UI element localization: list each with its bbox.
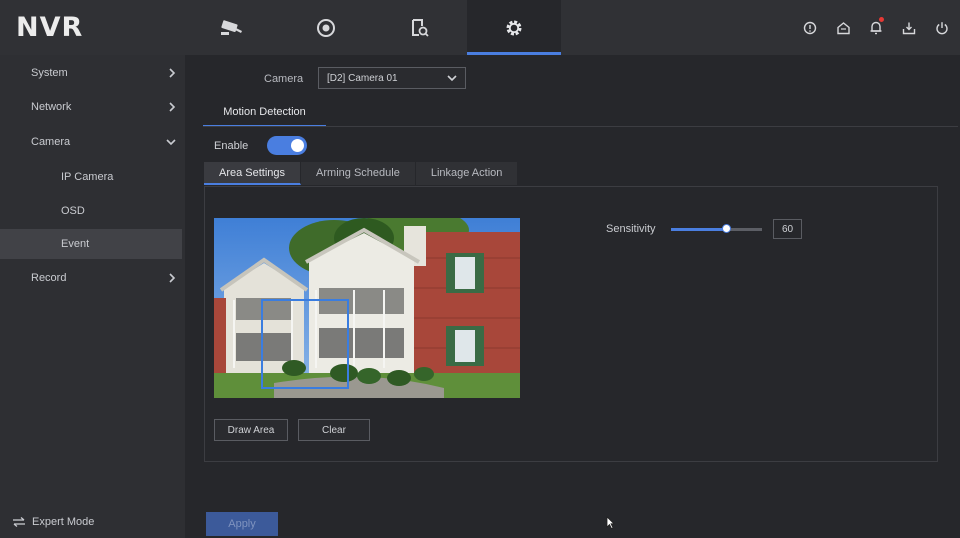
sensitivity-slider-thumb[interactable]: [721, 224, 731, 233]
expert-mode-button[interactable]: Expert Mode: [12, 516, 94, 528]
camera-select[interactable]: [D2] Camera 01: [318, 67, 466, 89]
settings-icon: [506, 20, 522, 35]
power-button[interactable]: [932, 18, 952, 38]
sidebar-item-label: System: [31, 67, 68, 79]
sensitivity-slider[interactable]: [671, 224, 762, 233]
sidebar-item-record[interactable]: Record: [0, 263, 182, 293]
tab-linkage-action[interactable]: Linkage Action: [415, 162, 519, 185]
top-right-icons: [800, 0, 952, 55]
chevron-down-icon: [447, 75, 457, 82]
tab-live-view[interactable]: [185, 0, 279, 55]
sidebar: System Network Camera IP Camera OSD Even…: [0, 55, 185, 538]
sidebar-item-label: Event: [61, 238, 90, 250]
playback-icon: [317, 18, 335, 37]
sidebar-item-ip-camera[interactable]: IP Camera: [0, 162, 182, 192]
sidebar-item-label: Record: [31, 272, 67, 284]
notification-dot: [879, 16, 884, 22]
sidebar-item-label: IP Camera: [61, 171, 114, 183]
tab-settings[interactable]: [467, 0, 561, 55]
switch-icon: [13, 517, 25, 527]
app-logo: NVR: [16, 12, 84, 43]
apply-button[interactable]: Apply: [206, 512, 278, 536]
camera-label: Camera: [264, 73, 304, 85]
camera-select-value: [D2] Camera 01: [327, 73, 398, 84]
divider: [203, 126, 958, 127]
camera-icon: [221, 19, 242, 35]
main-content: Camera [D2] Camera 01 Motion Detection E…: [185, 55, 960, 538]
chevron-right-icon: [169, 102, 176, 112]
search-icon: [412, 18, 429, 37]
clear-button[interactable]: Clear: [298, 419, 370, 441]
sidebar-item-label: Camera: [31, 136, 71, 148]
enable-toggle[interactable]: [267, 136, 307, 155]
sidebar-item-label: Network: [31, 101, 72, 113]
power-icon: [936, 21, 948, 34]
expert-mode-label: Expert Mode: [32, 516, 95, 528]
top-bar: NVR: [0, 0, 960, 55]
sidebar-item-network[interactable]: Network: [0, 92, 182, 122]
tab-motion-detection[interactable]: Motion Detection: [203, 106, 326, 127]
sidebar-item-osd[interactable]: OSD: [0, 196, 182, 226]
sidebar-item-label: OSD: [61, 205, 85, 217]
sensitivity-slider-fill: [671, 228, 726, 231]
tab-playback[interactable]: [279, 0, 373, 55]
home-icon: [836, 21, 850, 34]
chevron-right-icon: [169, 273, 176, 283]
tab-area-settings[interactable]: Area Settings: [204, 162, 302, 185]
tab-arming-schedule[interactable]: Arming Schedule: [301, 162, 416, 185]
chevron-right-icon: [169, 68, 176, 78]
download-icon: [902, 22, 916, 34]
tab-search[interactable]: [373, 0, 467, 55]
camera-preview-image: [214, 218, 520, 398]
sidebar-item-camera[interactable]: Camera: [0, 127, 182, 157]
chevron-down-icon: [166, 139, 176, 146]
sub-tabs: Area Settings Arming Schedule Linkage Ac…: [204, 162, 519, 185]
info-icon: [803, 21, 817, 34]
sidebar-item-system[interactable]: System: [0, 58, 182, 88]
camera-preview[interactable]: [214, 218, 520, 398]
enable-label: Enable: [214, 140, 249, 152]
sidebar-item-event[interactable]: Event: [0, 229, 182, 259]
sensitivity-value-input[interactable]: 60: [773, 219, 802, 239]
draw-area-button[interactable]: Draw Area: [214, 419, 288, 441]
sensitivity-label: Sensitivity: [606, 223, 656, 235]
toggle-knob: [291, 139, 304, 152]
notification-icon: [870, 21, 882, 35]
mouse-cursor-icon: [606, 516, 615, 529]
info-button[interactable]: [800, 18, 820, 38]
home-button[interactable]: [833, 18, 853, 38]
download-button[interactable]: [899, 18, 919, 38]
notification-button[interactable]: [866, 16, 886, 38]
